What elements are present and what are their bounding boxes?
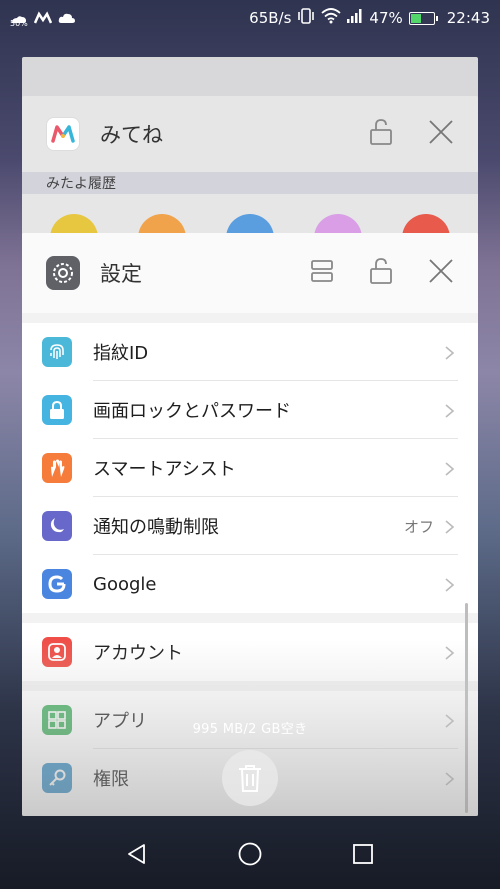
lock-open-icon[interactable] (368, 257, 394, 289)
clock: 22:43 (446, 9, 490, 27)
chevron-right-icon (442, 519, 456, 534)
hand-icon (42, 453, 72, 483)
settings-row-label: 画面ロックとパスワード (93, 401, 291, 422)
status-right: 65B/s 47% 22:43 (249, 8, 490, 28)
app-notification-icon (33, 11, 53, 25)
settings-row-value: オフ (403, 517, 434, 536)
wifi-icon (321, 8, 342, 28)
card-header: みてね (22, 96, 478, 172)
settings-row[interactable]: 画面ロックとパスワード (22, 381, 478, 439)
recents-button[interactable] (343, 834, 383, 874)
key-icon (42, 763, 72, 793)
settings-row[interactable]: アカウント (22, 623, 478, 681)
chevron-right-icon (442, 461, 456, 476)
status-left: 50% (10, 11, 76, 28)
section-gap (22, 613, 478, 623)
card-subtitle: みたよ履歴 (22, 172, 478, 194)
chevron-right-icon (442, 771, 456, 786)
mitene-app-icon (46, 117, 80, 151)
chevron-right-icon (442, 645, 456, 660)
battery-icon (408, 11, 438, 25)
memory-status: 995 MB/2 GB空き (192, 722, 308, 737)
close-icon[interactable] (428, 258, 454, 288)
trash-icon (239, 765, 261, 792)
home-button[interactable] (230, 834, 270, 874)
split-screen-icon[interactable] (310, 258, 334, 288)
recents-icon (353, 844, 374, 864)
card-title: 設定 (100, 262, 142, 286)
status-bar: 50% 65B/s 47% 22:43 (0, 0, 500, 36)
back-button[interactable] (117, 834, 157, 874)
account-icon (42, 637, 72, 667)
battery-percent: 47% (369, 9, 403, 27)
chevron-right-icon (442, 577, 456, 592)
settings-row-label: 指紋ID (93, 343, 149, 364)
settings-row[interactable]: 通知の鳴動制限 オフ (22, 497, 478, 555)
moon-icon (42, 511, 72, 541)
settings-row-label: スマートアシスト (93, 459, 236, 480)
network-speed: 65B/s (249, 9, 292, 27)
clear-all-button[interactable] (222, 750, 278, 806)
battery-fill (410, 13, 422, 23)
settings-row[interactable]: Google (22, 555, 478, 613)
lock-open-icon[interactable] (368, 118, 394, 150)
vibrate-icon (297, 8, 315, 28)
settings-row[interactable]: 指紋ID (22, 323, 478, 381)
navigation-bar (0, 819, 500, 889)
signal-icon (347, 9, 363, 27)
section-gap (22, 313, 478, 323)
chevron-right-icon (442, 345, 456, 360)
card-actions (310, 257, 454, 289)
google-icon (42, 569, 72, 599)
cloud-icon (58, 11, 76, 25)
settings-row[interactable]: スマートアシスト (22, 439, 478, 497)
chevron-right-icon (442, 403, 456, 418)
lock-icon (42, 395, 72, 425)
card-actions (368, 118, 454, 150)
home-icon (238, 842, 262, 866)
recent-app-card-mitene[interactable]: みてね みたよ履歴 (22, 96, 478, 262)
settings-row-label: 通知の鳴動制限 (93, 517, 219, 538)
weather-percent: 50% (10, 19, 28, 28)
settings-row-label: Google (93, 573, 157, 595)
section-gap (22, 681, 478, 691)
weather-icon: 50% (10, 11, 28, 28)
card-header: 設定 (22, 233, 478, 313)
settings-row-label: アカウント (93, 643, 183, 664)
scrollbar[interactable] (465, 603, 468, 813)
fingerprint-icon (42, 337, 72, 367)
back-icon (127, 844, 145, 864)
close-icon[interactable] (428, 119, 454, 149)
card-title: みてね (100, 123, 163, 147)
settings-app-icon (46, 256, 80, 290)
